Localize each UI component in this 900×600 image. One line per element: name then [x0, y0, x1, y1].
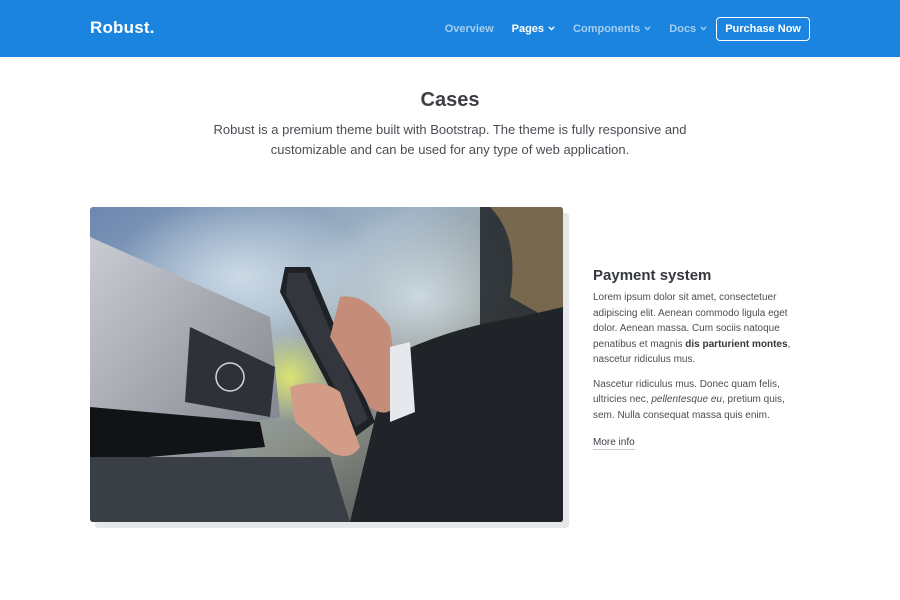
case-image [90, 207, 563, 522]
chevron-down-icon [548, 26, 555, 31]
case-paragraph-1: Lorem ipsum dolor sit amet, consectetuer… [593, 290, 803, 368]
nav-item-docs[interactable]: Docs [669, 23, 707, 35]
case-title: Payment system [593, 267, 712, 284]
navbar: Robust. Overview Pages Components Docs P… [0, 0, 900, 57]
nav-links: Overview Pages Components Docs Purchase … [445, 16, 810, 41]
purchase-now-button[interactable]: Purchase Now [716, 16, 810, 41]
nav-item-label: Overview [444, 22, 494, 35]
paragraph-italic-text: pellentesque eu [651, 394, 722, 405]
brand-logo[interactable]: Robust. [90, 18, 155, 38]
nav-item-components[interactable]: Components [573, 23, 651, 35]
nav-item-label: Components [573, 22, 641, 35]
nav-item-overview[interactable]: Overview [445, 23, 494, 35]
page-title: Cases [420, 89, 480, 111]
nav-item-pages[interactable]: Pages [512, 23, 555, 35]
case-description: Payment system Lorem ipsum dolor sit ame… [593, 267, 803, 450]
chevron-down-icon [700, 26, 707, 31]
nav-item-label: Pages [511, 22, 545, 35]
page-subtitle: Robust is a premium theme built with Boo… [213, 122, 687, 157]
case-paragraph-2: Nascetur ridiculus mus. Donec quam felis… [593, 377, 803, 424]
chevron-down-icon [644, 26, 651, 31]
more-info-link[interactable]: More info [593, 437, 635, 450]
nav-item-label: Docs [669, 22, 697, 35]
paragraph-bold-text: dis parturient montes [685, 338, 788, 350]
